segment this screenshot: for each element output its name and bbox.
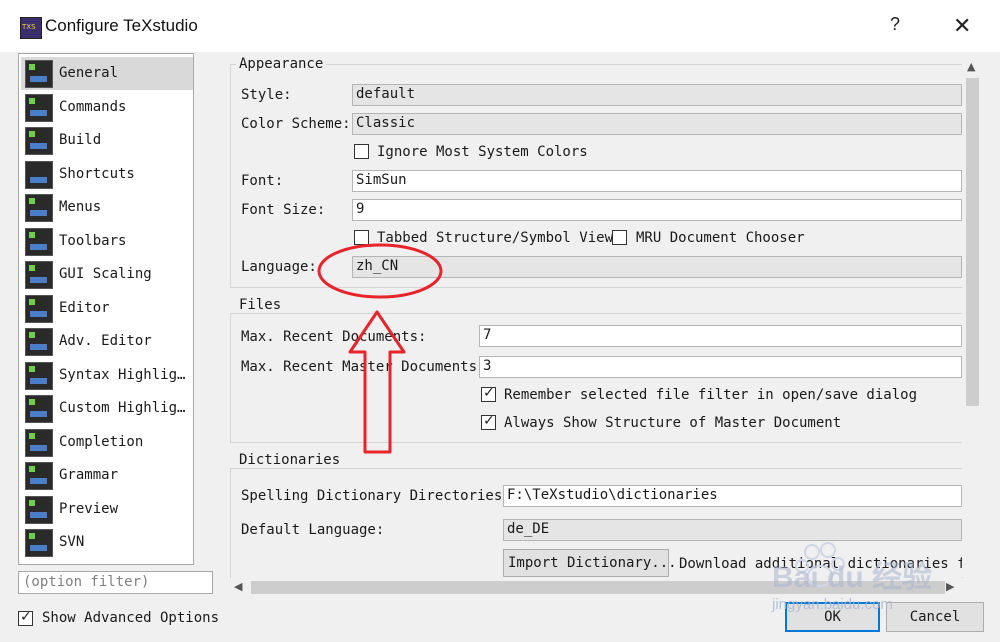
show-advanced-checkbox[interactable]	[18, 609, 33, 626]
sidebar-item-label: Completion	[59, 434, 144, 450]
font-size-label: Font Size:	[241, 202, 326, 218]
general-icon	[25, 60, 53, 88]
gui-scaling-icon	[25, 261, 53, 289]
recent-master-documents-spinbox[interactable]: 3	[479, 356, 962, 378]
title-bar: Configure TeXstudio ? ✕	[0, 0, 1000, 52]
menus-icon	[25, 194, 53, 222]
language-combo[interactable]: zh_CN	[352, 256, 962, 278]
option-filter	[18, 571, 213, 594]
remember-file-filter-label: Remember selected file filter in open/sa…	[504, 387, 918, 403]
sidebar-item-preview[interactable]: Preview	[21, 493, 193, 526]
toolbars-icon	[25, 228, 53, 256]
window-title: Configure TeXstudio	[45, 16, 198, 35]
sidebar-item-label: Grammar	[59, 467, 119, 483]
sidebar-item-general[interactable]: General	[21, 57, 193, 90]
sidebar-item-completion[interactable]: Completion	[21, 426, 193, 459]
mru-document-chooser-checkbox[interactable]	[612, 230, 627, 245]
sidebar-item-label: Syntax Highlig…	[59, 367, 186, 383]
show-master-structure-checkbox[interactable]	[481, 413, 496, 430]
font-size-spinbox[interactable]: 9	[352, 199, 962, 221]
default-language-combo[interactable]: de_DE	[503, 519, 962, 541]
sidebar-item-commands[interactable]: Commands	[21, 91, 193, 124]
baidu-brand-text: Bai du 经验	[772, 561, 933, 594]
preview-icon	[25, 496, 53, 524]
recent-documents-label: Max. Recent Documents:	[241, 329, 427, 345]
baidu-url-text: jingyan.baidu.com	[772, 596, 893, 613]
sidebar-item-label: Custom Highlig…	[59, 400, 186, 416]
sidebar-item-menus[interactable]: Menus	[21, 191, 193, 224]
scroll-left-arrow-icon[interactable]: ◀	[234, 580, 242, 593]
sidebar-item-syntax-highlighting[interactable]: Syntax Highlig…	[21, 359, 193, 392]
option-filter-input[interactable]	[19, 572, 212, 591]
ignore-system-colors-checkbox[interactable]	[354, 144, 369, 159]
ignore-system-colors-label: Ignore Most System Colors	[377, 144, 588, 160]
sidebar-item-toolbars[interactable]: Toolbars	[21, 225, 193, 258]
scroll-up-arrow-icon[interactable]: ▲	[967, 60, 975, 73]
sidebar-item-svn[interactable]: SVN	[21, 526, 193, 559]
editor-icon	[25, 295, 53, 323]
files-group-title: Files	[236, 297, 285, 313]
dictionary-directories-label: Spelling Dictionary Directories:	[241, 488, 511, 504]
sidebar-item-label: Menus	[59, 199, 102, 215]
style-label: Style:	[241, 87, 292, 103]
category-list: General Commands Build Shortcuts Menus T…	[18, 53, 194, 565]
tabbed-structure-label: Tabbed Structure/Symbol View	[377, 230, 614, 246]
sidebar-item-label: GUI Scaling	[59, 266, 152, 282]
recent-master-documents-label: Max. Recent Master Documents:	[241, 359, 486, 375]
svn-icon	[25, 529, 53, 557]
sidebar-item-label: Shortcuts	[59, 166, 135, 182]
sidebar-item-label: SVN	[59, 534, 85, 550]
sidebar-item-gui-scaling[interactable]: GUI Scaling	[21, 258, 193, 291]
dictionary-directories-input[interactable]: F:\TeXstudio\dictionaries	[503, 485, 962, 507]
sidebar-item-adv-editor[interactable]: Adv. Editor	[21, 325, 193, 358]
sidebar-item-label: General	[59, 65, 119, 81]
baidu-watermark: Bai du 经验 jingyan.baidu.com	[772, 540, 992, 620]
color-scheme-combo[interactable]: Classic	[352, 113, 962, 135]
tabbed-structure-checkbox[interactable]	[354, 230, 369, 245]
remember-file-filter-checkbox[interactable]	[481, 385, 496, 402]
default-language-label: Default Language:	[241, 522, 385, 538]
help-button[interactable]: ?	[890, 14, 900, 35]
sidebar-item-editor[interactable]: Editor	[21, 292, 193, 325]
recent-documents-spinbox[interactable]: 7	[479, 325, 962, 347]
font-combo[interactable]: SimSun	[352, 170, 962, 192]
sidebar-item-label: Preview	[59, 501, 119, 517]
mru-document-chooser-label: MRU Document Chooser	[636, 230, 805, 246]
custom-highlighting-icon	[25, 395, 53, 423]
font-label: Font:	[241, 173, 284, 189]
close-button[interactable]: ✕	[953, 13, 971, 39]
sidebar-item-label: Adv. Editor	[59, 333, 152, 349]
dictionaries-group-title: Dictionaries	[236, 452, 344, 468]
sidebar-item-grammar[interactable]: Grammar	[21, 459, 193, 492]
sidebar-item-shortcuts[interactable]: Shortcuts	[21, 158, 193, 191]
syntax-highlighting-icon	[25, 362, 53, 390]
show-master-structure-label: Always Show Structure of Master Document	[504, 415, 842, 431]
shortcuts-icon	[25, 161, 53, 189]
adv-editor-icon	[25, 328, 53, 356]
commands-icon	[25, 94, 53, 122]
sidebar-item-build[interactable]: Build	[21, 124, 193, 157]
sidebar-item-label: Build	[59, 132, 102, 148]
style-combo[interactable]: default	[352, 84, 962, 106]
sidebar-item-custom-highlighting[interactable]: Custom Highlig…	[21, 392, 193, 425]
sidebar-item-label: Toolbars	[59, 233, 127, 249]
sidebar-item-label: Editor	[59, 300, 110, 316]
color-scheme-label: Color Scheme:	[241, 116, 351, 132]
language-label: Language:	[241, 259, 317, 275]
grammar-icon	[25, 462, 53, 490]
completion-icon	[25, 429, 53, 457]
build-icon	[25, 127, 53, 155]
appearance-group-title: Appearance	[236, 56, 327, 72]
texstudio-app-icon	[20, 17, 42, 39]
sidebar-item-label: Commands	[59, 99, 127, 115]
vertical-scrollbar-thumb[interactable]	[966, 78, 979, 406]
show-advanced-label: Show Advanced Options	[42, 610, 220, 626]
import-dictionary-button[interactable]: Import Dictionary...	[503, 549, 677, 577]
